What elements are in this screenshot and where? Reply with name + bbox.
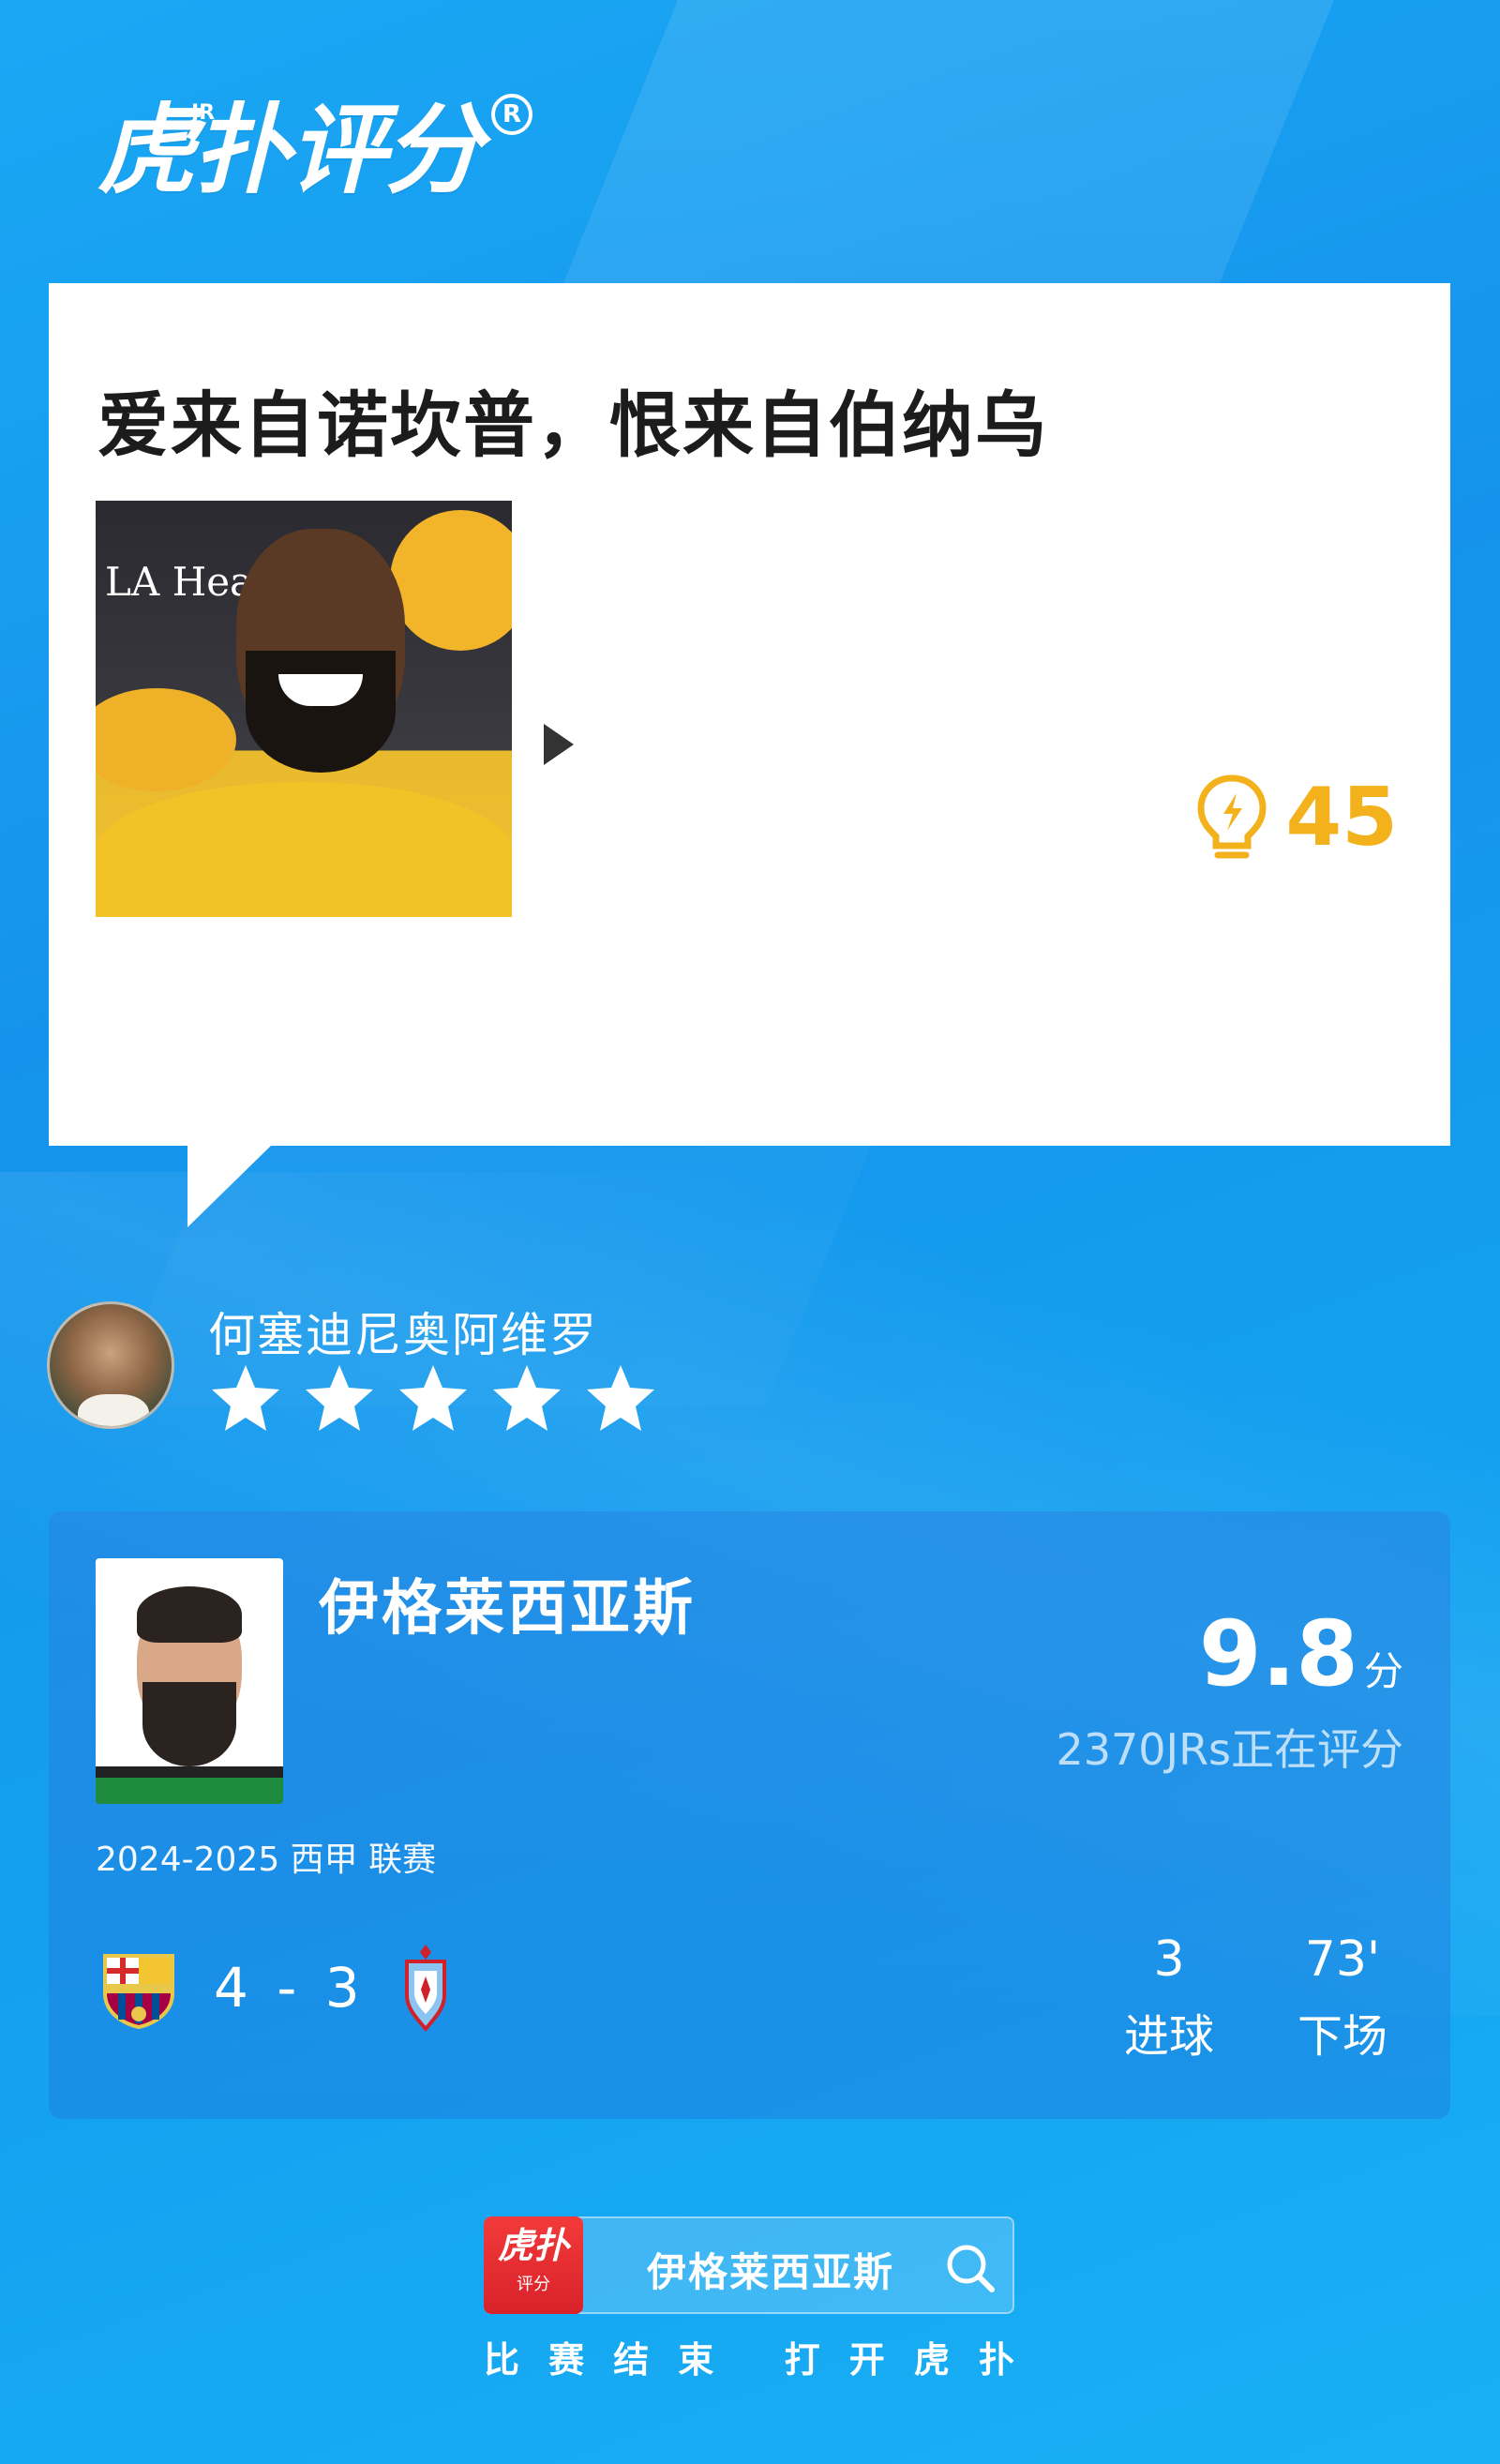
reviewer-avatar[interactable]: [47, 1301, 174, 1429]
stat-label: 进球: [1123, 2010, 1214, 2063]
season-label: 2024-2025 西甲 联赛: [96, 1840, 437, 1879]
brand-logo-superscript: JR: [191, 101, 216, 125]
player-shirt-trim: [96, 1778, 283, 1804]
lightbulb-icon: [1197, 774, 1267, 859]
footer-tagline: 比 赛 结 束 打 开 虎 扑: [484, 2331, 1014, 2382]
app-logo: 虎扑 评分: [484, 2216, 583, 2314]
player-name: 伊格莱西亚斯: [319, 1574, 696, 1644]
star-icon: [212, 1365, 279, 1431]
star-icon: [306, 1365, 373, 1431]
match-score: 4 - 3: [214, 1956, 366, 2020]
comment-image[interactable]: LA Healt: [96, 501, 512, 917]
score-unit: 分: [1363, 1648, 1403, 1694]
brand-logo: 虎扑评分 JR R: [98, 84, 532, 216]
comment-text: 爱来自诺坎普，恨来自伯纳乌: [98, 383, 1048, 467]
brand-logo-text: 虎扑评分: [98, 93, 482, 207]
lakers-logo: [390, 510, 512, 651]
celta-crest-icon: [404, 1945, 446, 2033]
score-value: 9.8: [1198, 1601, 1358, 1706]
player-photo: [96, 1558, 283, 1804]
tagline-char: 结: [613, 2339, 650, 2381]
avatar-shirt: [78, 1394, 149, 1426]
raters-count: 2370JRs正在评分: [1056, 1724, 1403, 1775]
beard: [246, 651, 396, 773]
star-icon: [493, 1365, 561, 1431]
star-icon: [587, 1365, 654, 1431]
search-icon[interactable]: [943, 2241, 998, 2295]
reviewer-name[interactable]: 何塞迪尼奥阿维罗: [208, 1298, 598, 1365]
lakers-logo: [96, 688, 236, 791]
comment-card: 爱来自诺坎普，恨来自伯纳乌 LA Healt 45: [49, 283, 1450, 1146]
tagline-char: 扑: [978, 2339, 1014, 2381]
stat-substituted: 73' 下场: [1277, 1931, 1408, 2065]
fcb-crest-icon: [103, 1954, 174, 2029]
match-result: 4 - 3: [98, 1943, 452, 2033]
stat-goals: 3 进球: [1113, 1931, 1225, 2065]
shirt: [96, 782, 512, 917]
tagline-char: 束: [678, 2339, 714, 2381]
search-query: 伊格莱西亚斯: [647, 2249, 895, 2295]
stat-value: 3: [1153, 1931, 1185, 1988]
likes-counter[interactable]: 45: [1193, 771, 1398, 864]
tagline-char: 赛: [548, 2339, 585, 2381]
tagline-char: 开: [848, 2339, 885, 2381]
app-logo-main: 虎扑: [497, 2225, 569, 2266]
play-arrow-icon[interactable]: [544, 724, 574, 765]
tagline-char: 虎: [913, 2339, 950, 2381]
app-search-bar[interactable]: 虎扑 评分 伊格莱西亚斯: [484, 2216, 1014, 2314]
tagline-char: 打: [784, 2339, 820, 2381]
likes-count: 45: [1285, 771, 1398, 864]
rating-stars: [208, 1361, 658, 1436]
star-icon: [399, 1365, 467, 1431]
registered-mark: R: [491, 94, 532, 135]
speech-bubble-tail: [188, 1145, 272, 1227]
stat-label: 下场: [1297, 2010, 1388, 2063]
tagline-spacer: [742, 2331, 755, 2382]
stat-value: 73': [1304, 1931, 1381, 1988]
player-beard: [142, 1682, 236, 1766]
player-score: 9.8 分: [1199, 1601, 1403, 1706]
player-card[interactable]: 伊格莱西亚斯 9.8 分 2370JRs正在评分 2024-2025 西甲 联赛…: [49, 1511, 1450, 2119]
player-hair: [137, 1586, 242, 1643]
tagline-char: 比: [484, 2339, 520, 2381]
app-logo-sub: 评分: [517, 2275, 550, 2294]
